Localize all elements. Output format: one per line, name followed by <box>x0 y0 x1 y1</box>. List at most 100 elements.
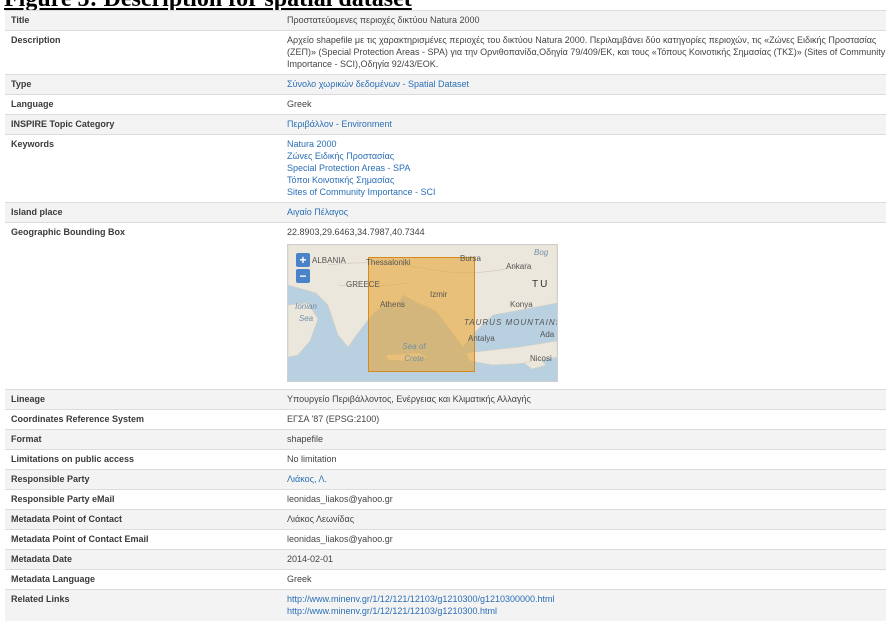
map-label-greece: GREECE <box>346 280 380 289</box>
row-value: Λιάκος, Λ. <box>281 469 886 490</box>
keyword-link[interactable]: Τόποι Κοινοτικής Σημασίας <box>287 174 886 186</box>
limitations-value: No limitation <box>287 454 337 464</box>
metadata-table: Title Προστατεύομενες περιοχές δικτύου N… <box>5 10 886 621</box>
row-label: Title <box>5 10 281 31</box>
map-label-thessaloniki: Thessaloniki <box>366 258 411 267</box>
metadata-language-value: Greek <box>287 574 312 584</box>
type-link[interactable]: Σύνολο χωρικών δεδομένων - Spatial Datas… <box>287 78 886 90</box>
map-label-taurus: TAURUS MOUNTAINS <box>464 318 558 327</box>
row-value: Υπουργείο Περιβάλλοντος, Ενέργειας και Κ… <box>281 389 886 410</box>
row-value: No limitation <box>281 449 886 470</box>
responsible-email-value: leonidas_liakos@yahoo.gr <box>287 494 393 504</box>
row-island-place: Island place Αιγαίο Πέλαγος <box>5 202 886 223</box>
row-topic-category: INSPIRE Topic Category Περιβάλλον - Envi… <box>5 114 886 135</box>
row-value: ΕΓΣΑ '87 (EPSG:2100) <box>281 409 886 430</box>
metadata-contact-value: Λιάκος Λεωνίδας <box>287 514 355 524</box>
row-value: Greek <box>281 94 886 115</box>
topic-category-link[interactable]: Περιβάλλον - Environment <box>287 118 886 130</box>
row-metadata-date: Metadata Date 2014-02-01 <box>5 549 886 570</box>
row-label: Island place <box>5 202 281 223</box>
related-link[interactable]: http://www.minenv.gr/1/12/121/12103/g121… <box>287 605 886 617</box>
row-label: Type <box>5 74 281 95</box>
row-title: Title Προστατεύομενες περιοχές δικτύου N… <box>5 10 886 31</box>
row-label: Keywords <box>5 134 281 203</box>
map-label-izmir: Izmir <box>430 290 448 299</box>
related-link[interactable]: http://www.minenv.gr/1/12/121/12103/g121… <box>287 593 886 605</box>
row-type: Type Σύνολο χωρικών δεδομένων - Spatial … <box>5 74 886 95</box>
row-value: Περιβάλλον - Environment <box>281 114 886 135</box>
row-bounding-box: Geographic Bounding Box 22.8903,29.6463,… <box>5 222 886 390</box>
keyword-link[interactable]: Ζώνες Ειδικής Προστασίας <box>287 150 886 162</box>
row-value: Σύνολο χωρικών δεδομένων - Spatial Datas… <box>281 74 886 95</box>
row-label: Coordinates Reference System <box>5 409 281 430</box>
keyword-link[interactable]: Sites of Community Importance - SCI <box>287 186 886 198</box>
keyword-link[interactable]: Special Protection Areas - SPA <box>287 162 886 174</box>
format-value: shapefile <box>287 434 324 444</box>
row-responsible-email: Responsible Party eMail leonidas_liakos@… <box>5 489 886 510</box>
row-crs: Coordinates Reference System ΕΓΣΑ '87 (E… <box>5 409 886 430</box>
row-label: Format <box>5 429 281 450</box>
map-label-nicosia: Nicosi <box>530 354 552 363</box>
zoom-out-button[interactable]: − <box>296 269 310 283</box>
row-related-links: Related Links http://www.minenv.gr/1/12/… <box>5 589 886 621</box>
row-label: Geographic Bounding Box <box>5 222 281 390</box>
row-responsible-party: Responsible Party Λιάκος, Λ. <box>5 469 886 490</box>
island-place-link[interactable]: Αιγαίο Πέλαγος <box>287 206 886 218</box>
map-label-bursa: Bursa <box>460 254 481 263</box>
row-language: Language Greek <box>5 94 886 115</box>
map-label-antalya: Antalya <box>468 334 495 343</box>
map-label-sea-of-crete: Sea of Crete <box>402 342 426 363</box>
row-value: Αρχείο shapefile με τις χαρακτηρισμένες … <box>281 30 886 75</box>
row-lineage: Lineage Υπουργείο Περιβάλλοντος, Ενέργει… <box>5 389 886 410</box>
row-value: 22.8903,29.6463,34.7987,40.7344 + − ALBA… <box>281 222 886 390</box>
row-value: http://www.minenv.gr/1/12/121/12103/g121… <box>281 589 886 621</box>
map-label-konya: Konya <box>510 300 533 309</box>
bounding-box-value: 22.8903,29.6463,34.7987,40.7344 <box>287 227 425 237</box>
description-value: Αρχείο shapefile με τις χαρακτηρισμένες … <box>287 35 886 69</box>
row-value: Αιγαίο Πέλαγος <box>281 202 886 223</box>
keyword-link[interactable]: Natura 2000 <box>287 138 886 150</box>
bounding-box-map[interactable]: + − ALBANIA Thessaloniki Bursa Ankara GR… <box>287 244 558 382</box>
row-label: Responsible Party <box>5 469 281 490</box>
lineage-value: Υπουργείο Περιβάλλοντος, Ενέργειας και Κ… <box>287 394 531 404</box>
row-metadata-language: Metadata Language Greek <box>5 569 886 590</box>
row-description: Description Αρχείο shapefile με τις χαρα… <box>5 30 886 75</box>
map-label-turkey: TU <box>532 279 550 290</box>
row-value: Natura 2000 Ζώνες Ειδικής Προστασίας Spe… <box>281 134 886 203</box>
row-metadata-contact: Metadata Point of Contact Λιάκος Λεωνίδα… <box>5 509 886 530</box>
map-label-ionian-sea: Ionian Sea <box>295 302 317 323</box>
row-value: shapefile <box>281 429 886 450</box>
row-label: Metadata Point of Contact <box>5 509 281 530</box>
map-label-albania: ALBANIA <box>312 256 346 265</box>
map-label-bog: Bog <box>534 248 549 257</box>
row-value: Προστατεύομενες περιοχές δικτύου Natura … <box>281 10 886 31</box>
row-value: Λιάκος Λεωνίδας <box>281 509 886 530</box>
row-value: leonidas_liakos@yahoo.gr <box>281 529 886 550</box>
metadata-contact-email-value: leonidas_liakos@yahoo.gr <box>287 534 393 544</box>
row-label: Language <box>5 94 281 115</box>
row-label: Metadata Date <box>5 549 281 570</box>
row-label: Metadata Point of Contact Email <box>5 529 281 550</box>
responsible-party-link[interactable]: Λιάκος, Λ. <box>287 473 886 485</box>
zoom-in-button[interactable]: + <box>296 253 310 267</box>
map-label-ada: Ada <box>540 330 555 339</box>
row-label: Related Links <box>5 589 281 621</box>
crs-value: ΕΓΣΑ '87 (EPSG:2100) <box>287 414 380 424</box>
row-label: Description <box>5 30 281 75</box>
language-value: Greek <box>287 99 312 109</box>
row-label: Limitations on public access <box>5 449 281 470</box>
row-label: INSPIRE Topic Category <box>5 114 281 135</box>
row-value: Greek <box>281 569 886 590</box>
row-metadata-contact-email: Metadata Point of Contact Email leonidas… <box>5 529 886 550</box>
row-limitations: Limitations on public access No limitati… <box>5 449 886 470</box>
row-label: Metadata Language <box>5 569 281 590</box>
row-label: Responsible Party eMail <box>5 489 281 510</box>
map-label-athens: Athens <box>380 300 405 309</box>
row-format: Format shapefile <box>5 429 886 450</box>
row-label: Lineage <box>5 389 281 410</box>
map-label-ankara: Ankara <box>506 262 532 271</box>
row-value: leonidas_liakos@yahoo.gr <box>281 489 886 510</box>
row-keywords: Keywords Natura 2000 Ζώνες Ειδικής Προστ… <box>5 134 886 203</box>
row-value: 2014-02-01 <box>281 549 886 570</box>
metadata-date-value: 2014-02-01 <box>287 554 334 564</box>
